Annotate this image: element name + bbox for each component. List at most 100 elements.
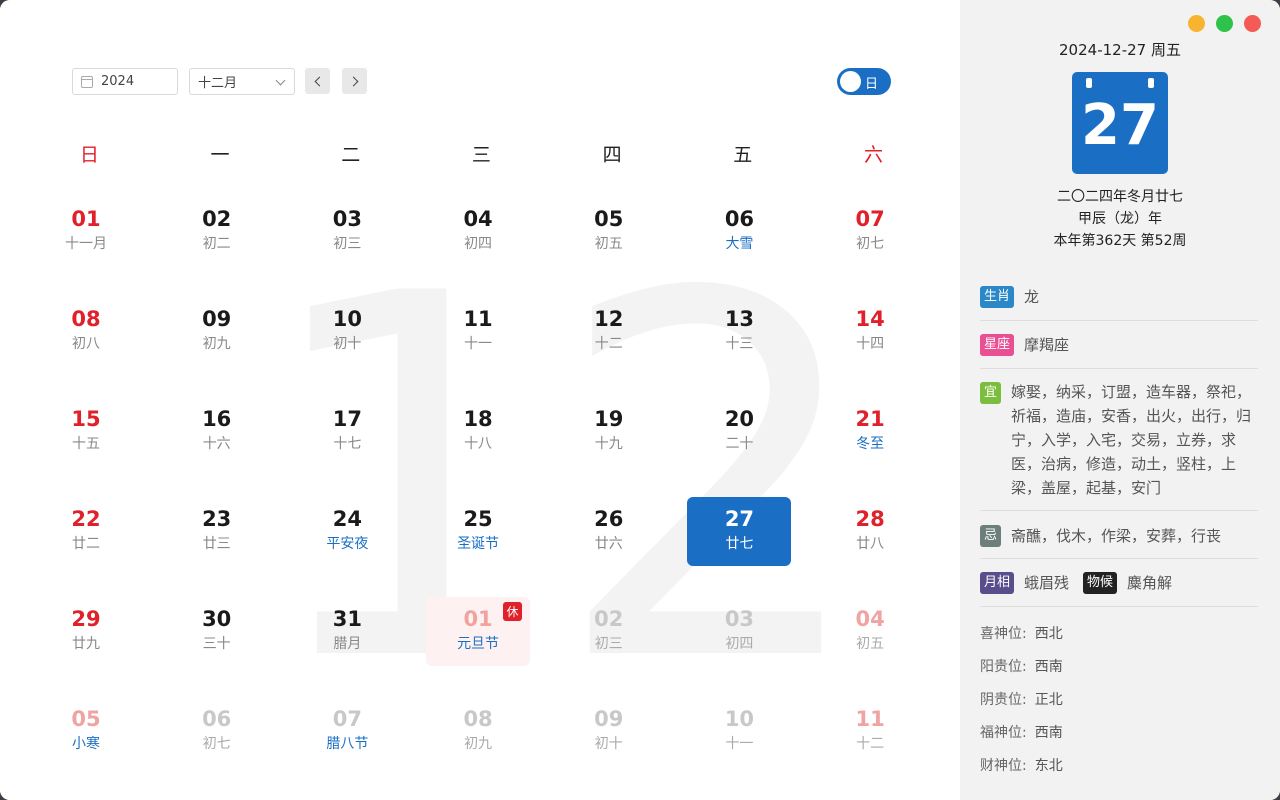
day-cell-body: 07 初七 <box>818 197 922 266</box>
calendar-grid: 01 十一月 02 初二 03 初三 04 初四 05 初五 06 大雪 07 初七 08 初八 09 初九 10 初… <box>24 197 939 797</box>
lunar-day-label: 初三 <box>333 236 362 252</box>
position-value: 东北 <box>1034 758 1063 774</box>
day-cell[interactable]: 08 初八 <box>24 297 155 397</box>
day-cell[interactable]: 10 十一 <box>677 697 808 797</box>
app-window: 12 2024 十二月 日 日 一 二 三 四 五 六 01 十一月 02 初二… <box>0 0 1280 800</box>
toggle-knob <box>840 71 861 92</box>
day-cell[interactable]: 02 初二 <box>155 197 286 297</box>
day-cell-body: 09 初九 <box>165 297 269 366</box>
day-cell[interactable]: 11 十二 <box>808 697 939 797</box>
day-cell[interactable]: 03 初四 <box>677 597 808 697</box>
big-day-calendar-icon: 27 <box>1072 72 1168 174</box>
day-cell[interactable]: 12 十二 <box>547 297 678 397</box>
lunar-day-label: 初七 <box>202 736 231 752</box>
day-number: 03 <box>332 207 362 231</box>
day-cell[interactable]: 10 初十 <box>285 297 416 397</box>
day-cell[interactable]: 23 廿三 <box>155 497 286 597</box>
day-number: 18 <box>463 407 493 431</box>
day-cell[interactable]: 28 廿八 <box>808 497 939 597</box>
day-cell-selected[interactable]: 27 廿七 <box>677 497 808 597</box>
day-cell-body: 16 十六 <box>165 397 269 466</box>
day-cell[interactable]: 16 十六 <box>155 397 286 497</box>
lunar-date: 二〇二四年冬月廿七 <box>1057 189 1183 205</box>
day-cell[interactable]: 06 初七 <box>155 697 286 797</box>
minimize-button[interactable] <box>1188 15 1205 32</box>
day-number: 24 <box>332 507 362 531</box>
day-cell[interactable]: 05 小寒 <box>24 697 155 797</box>
day-cell[interactable]: 01 十一月 <box>24 197 155 297</box>
festival-label: 平安夜 <box>326 536 369 552</box>
lunar-day-label: 初十 <box>594 736 623 752</box>
day-cell[interactable]: 30 三十 <box>155 597 286 697</box>
month-value: 十二月 <box>198 76 238 91</box>
lunar-day-label: 初四 <box>464 236 493 252</box>
month-select[interactable]: 十二月 <box>189 68 295 95</box>
festival-label: 大雪 <box>725 236 754 252</box>
day-cell[interactable]: 24 平安夜 <box>285 497 416 597</box>
day-cell[interactable]: 26 廿六 <box>547 497 678 597</box>
day-cell[interactable]: 17 十七 <box>285 397 416 497</box>
selected-date-line: 2024-12-27 周五 <box>1059 41 1181 59</box>
day-cell-body: 06 初七 <box>165 697 269 766</box>
weekday-tue: 二 <box>341 144 361 166</box>
lunar-day-label: 十三 <box>725 336 754 352</box>
day-cell[interactable]: 01 元旦节休 <box>416 597 547 697</box>
day-cell[interactable]: 31 腊月 <box>285 597 416 697</box>
weekday-wed: 三 <box>471 144 491 166</box>
day-cell[interactable]: 13 十三 <box>677 297 808 397</box>
day-cell[interactable]: 05 初五 <box>547 197 678 297</box>
year-picker[interactable]: 2024 <box>72 68 178 95</box>
day-cell[interactable]: 19 十九 <box>547 397 678 497</box>
day-cell[interactable]: 08 初九 <box>416 697 547 797</box>
calendar-week-row: 29 廿九 30 三十 31 腊月 01 元旦节休 02 初三 03 初四 04 初五 <box>24 597 939 697</box>
day-cell[interactable]: 04 初五 <box>808 597 939 697</box>
day-number: 28 <box>855 507 885 531</box>
day-cell[interactable]: 20 二十 <box>677 397 808 497</box>
calendar-week-row: 01 十一月 02 初二 03 初三 04 初四 05 初五 06 大雪 07 初七 <box>24 197 939 297</box>
day-cell-body: 21 冬至 <box>818 397 922 466</box>
day-number: 17 <box>332 407 362 431</box>
zodiac-tag: 生肖 <box>980 286 1015 308</box>
prev-month-button[interactable] <box>305 68 330 94</box>
big-day-number: 27 <box>1081 92 1159 158</box>
close-button[interactable] <box>1244 15 1261 32</box>
weekday-header: 日 一 二 三 四 五 六 <box>24 140 939 167</box>
lunar-day-label: 十七 <box>333 436 362 452</box>
weekday-fri: 五 <box>733 144 753 166</box>
day-cell[interactable]: 07 初七 <box>808 197 939 297</box>
position-value: 正北 <box>1034 692 1063 708</box>
weekday-mon: 一 <box>210 144 230 166</box>
day-cell[interactable]: 11 十一 <box>416 297 547 397</box>
position-row: 福神位: 西南 <box>980 722 1063 742</box>
day-cell[interactable]: 07 腊八节 <box>285 697 416 797</box>
day-cell[interactable]: 06 大雪 <box>677 197 808 297</box>
day-cell[interactable]: 09 初十 <box>547 697 678 797</box>
next-month-button[interactable] <box>342 68 367 94</box>
lunar-day-label: 廿三 <box>202 536 231 552</box>
day-cell[interactable]: 25 圣诞节 <box>416 497 547 597</box>
day-number: 29 <box>71 607 101 631</box>
yi-tag: 宜 <box>980 382 1002 404</box>
day-number: 08 <box>463 707 493 731</box>
day-cell[interactable]: 04 初四 <box>416 197 547 297</box>
day-cell[interactable]: 14 十四 <box>808 297 939 397</box>
day-mode-toggle[interactable]: 日 <box>837 68 891 95</box>
day-cell[interactable]: 29 廿九 <box>24 597 155 697</box>
day-number: 30 <box>202 607 232 631</box>
day-cell[interactable]: 21 冬至 <box>808 397 939 497</box>
maximize-button[interactable] <box>1216 15 1233 32</box>
day-cell[interactable]: 22 廿二 <box>24 497 155 597</box>
day-cell[interactable]: 15 十五 <box>24 397 155 497</box>
day-cell-body: 23 廿三 <box>165 497 269 566</box>
day-cell[interactable]: 18 十八 <box>416 397 547 497</box>
lunar-day-label: 十八 <box>464 436 493 452</box>
day-cell[interactable]: 02 初三 <box>547 597 678 697</box>
year-value: 2024 <box>101 74 135 89</box>
lunar-day-label: 初二 <box>202 236 231 252</box>
day-cell[interactable]: 09 初九 <box>155 297 286 397</box>
festival-label: 元旦节 <box>457 636 500 652</box>
lunar-day-label: 十二 <box>856 736 885 752</box>
day-cell[interactable]: 03 初三 <box>285 197 416 297</box>
day-cell-body: 26 廿六 <box>557 497 661 566</box>
day-number: 13 <box>724 307 755 331</box>
